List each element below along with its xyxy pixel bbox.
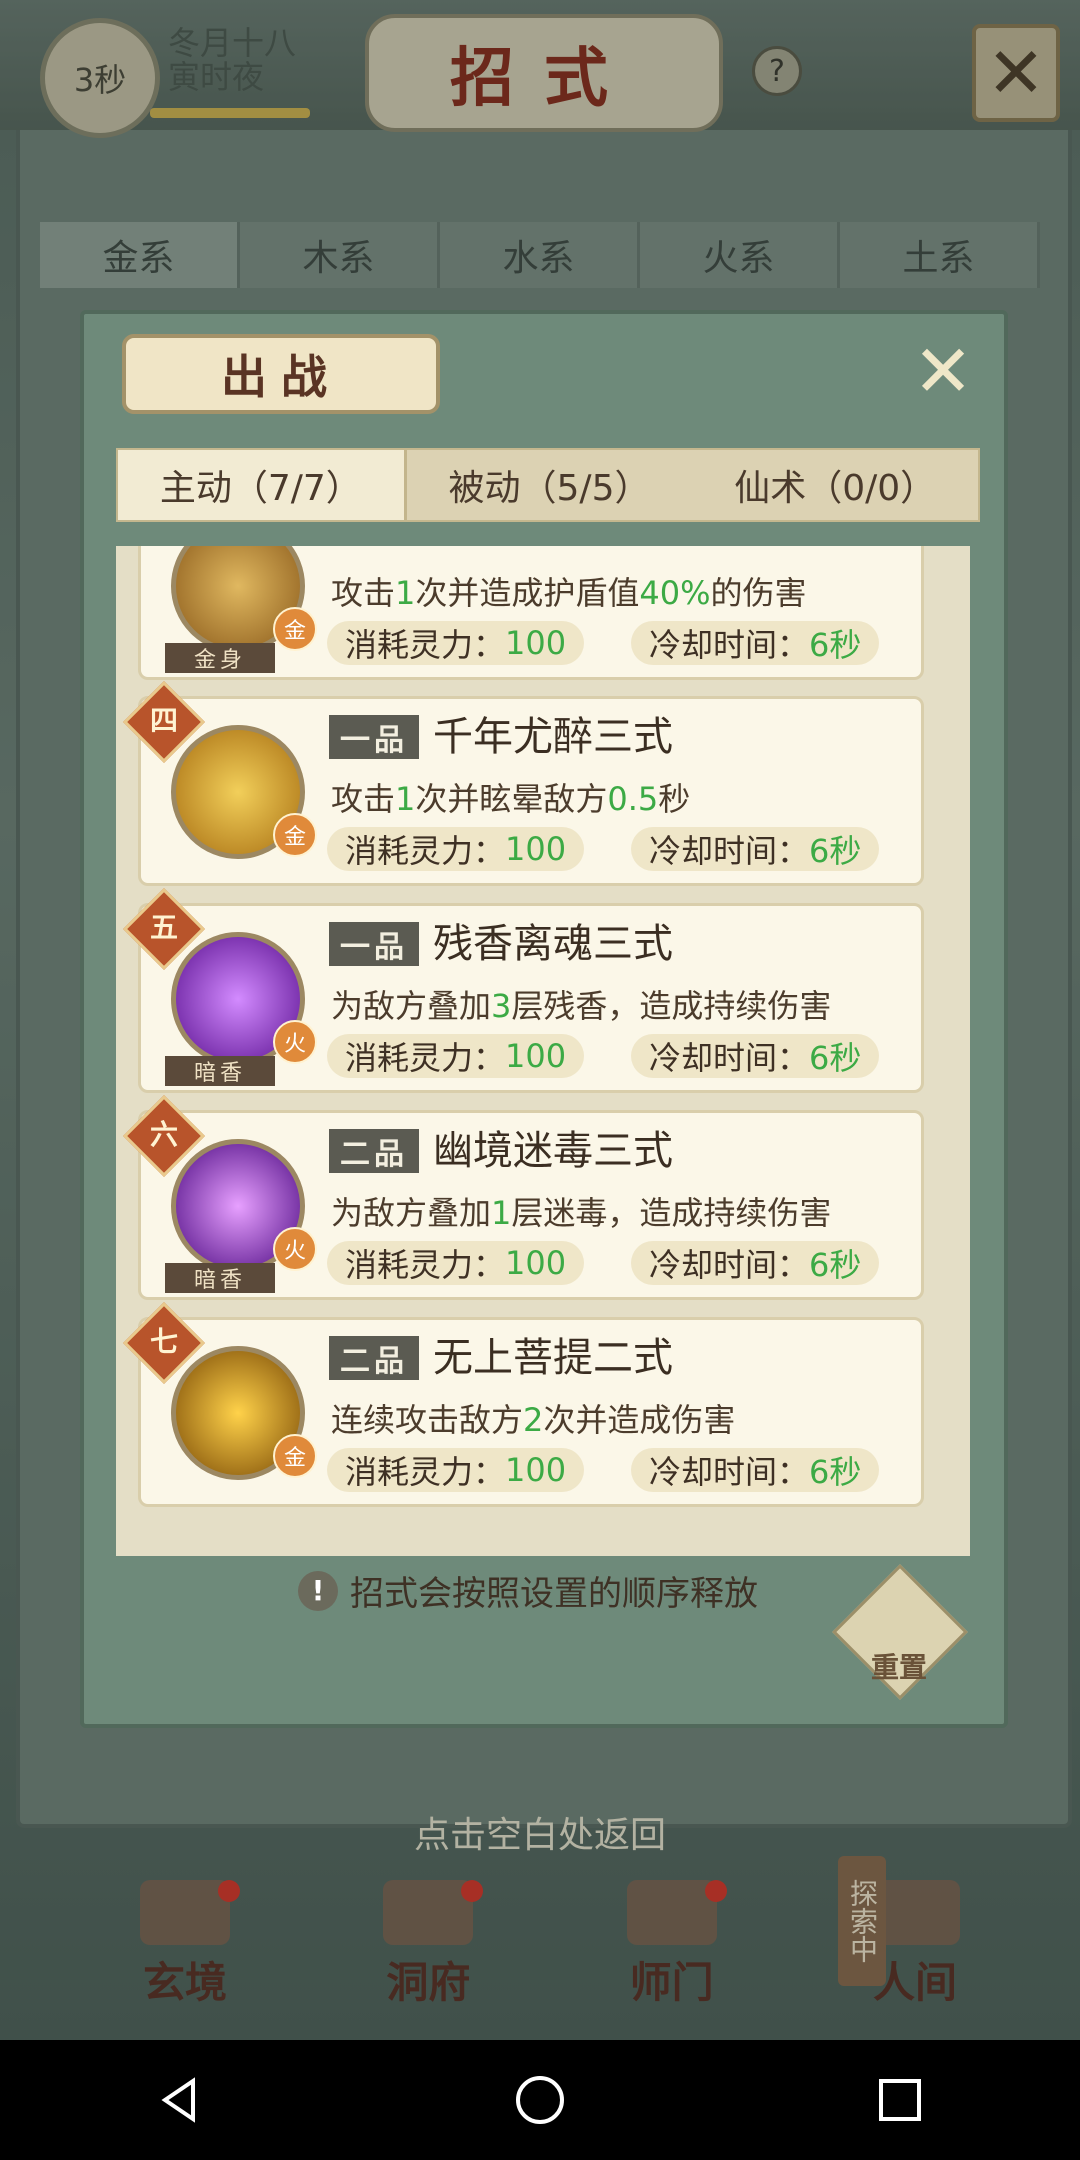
cooldown: 冷却时间： 6秒 (631, 1448, 880, 1492)
mana-cost: 消耗灵力： 100 (327, 1448, 585, 1492)
mana-cost: 消耗灵力： 100 (327, 1034, 585, 1078)
info-icon: ! (298, 1570, 338, 1611)
skill-description: 为敌方叠加1层迷毒，造成持续伤害 (331, 1194, 832, 1232)
skill-tag: 金身 (165, 643, 275, 673)
skill-card[interactable]: 六 火 暗香 二品 幽境迷毒三式 为敌方叠加1层迷毒，造成持续伤害 消耗灵力： 1… (122, 1094, 924, 1300)
close-icon[interactable]: ✕ (908, 329, 978, 413)
skill-name: 无上菩提二式 (433, 1335, 673, 1381)
mana-cost: 消耗灵力： 100 (327, 1241, 585, 1285)
skill-description: 连续攻击敌方2次并造成伤害 (331, 1401, 736, 1439)
deploy-dialog: 出战 ✕ 主动（7/7） 被动（5/5） 仙术（0/0） 金 金身 攻击1次并造… (80, 310, 1008, 1728)
order-note: ! 招式会按照设置的顺序释放 (298, 1566, 758, 1615)
mana-cost: 消耗灵力： 100 (327, 621, 585, 665)
back-icon[interactable] (145, 2065, 215, 2135)
dialog-title: 出战 (122, 334, 440, 414)
grade-badge: 一品 (329, 922, 419, 966)
recents-icon[interactable] (865, 2065, 935, 2135)
mana-cost: 消耗灵力： 100 (327, 827, 585, 871)
cooldown: 冷却时间： 6秒 (631, 1241, 880, 1285)
skill-description: 攻击1次并造成护盾值40%的伤害 (331, 574, 807, 612)
grade-badge: 二品 (329, 1336, 419, 1380)
skill-card[interactable]: 四 金 一品 千年尤醉三式 攻击1次并眩晕敌方0.5秒 消耗灵力： 100 冷却时… (122, 680, 924, 886)
cooldown: 冷却时间： 6秒 (631, 1034, 880, 1078)
grade-badge: 一品 (329, 715, 419, 759)
note-text: 招式会按照设置的顺序释放 (350, 1574, 758, 1614)
skill-list[interactable]: 金 金身 攻击1次并造成护盾值40%的伤害 消耗灵力： 100 冷却时间： 6秒 四… (116, 546, 970, 1556)
skill-name: 幽境迷毒三式 (433, 1128, 673, 1174)
skill-type-tabs: 主动（7/7） 被动（5/5） 仙术（0/0） (116, 448, 980, 522)
cooldown: 冷却时间： 6秒 (631, 621, 880, 665)
home-icon[interactable] (505, 2065, 575, 2135)
element-badge: 金 (273, 813, 317, 857)
skill-description: 为敌方叠加3层残香，造成持续伤害 (331, 987, 832, 1025)
cooldown: 冷却时间： 6秒 (631, 827, 880, 871)
skill-card[interactable]: 金 金身 攻击1次并造成护盾值40%的伤害 消耗灵力： 100 冷却时间： 6秒 (138, 546, 924, 680)
skill-card[interactable]: 七 金 二品 无上菩提二式 连续攻击敌方2次并造成伤害 消耗灵力： 100 冷却时… (122, 1301, 924, 1507)
skill-card[interactable]: 五 火 暗香 一品 残香离魂三式 为敌方叠加3层残香，造成持续伤害 消耗灵力： 1… (122, 887, 924, 1093)
skill-description: 攻击1次并眩晕敌方0.5秒 (331, 780, 691, 818)
grade-badge: 二品 (329, 1129, 419, 1173)
skill-name: 千年尤醉三式 (433, 714, 673, 760)
skill-name: 残香离魂三式 (433, 921, 673, 967)
element-badge: 火 (273, 1020, 317, 1064)
skill-tag: 暗香 (165, 1056, 275, 1086)
tab-passive-skills[interactable]: 被动（5/5） (407, 450, 693, 520)
element-badge: 火 (273, 1227, 317, 1271)
system-nav-bar (0, 2040, 1080, 2160)
tab-active-skills[interactable]: 主动（7/7） (118, 450, 407, 520)
element-badge: 金 (273, 607, 317, 651)
tab-immortal-arts[interactable]: 仙术（0/0） (692, 450, 978, 520)
reset-label[interactable]: 重置 (854, 1646, 944, 1686)
element-badge: 金 (273, 1434, 317, 1478)
skill-tag: 暗香 (165, 1263, 275, 1293)
